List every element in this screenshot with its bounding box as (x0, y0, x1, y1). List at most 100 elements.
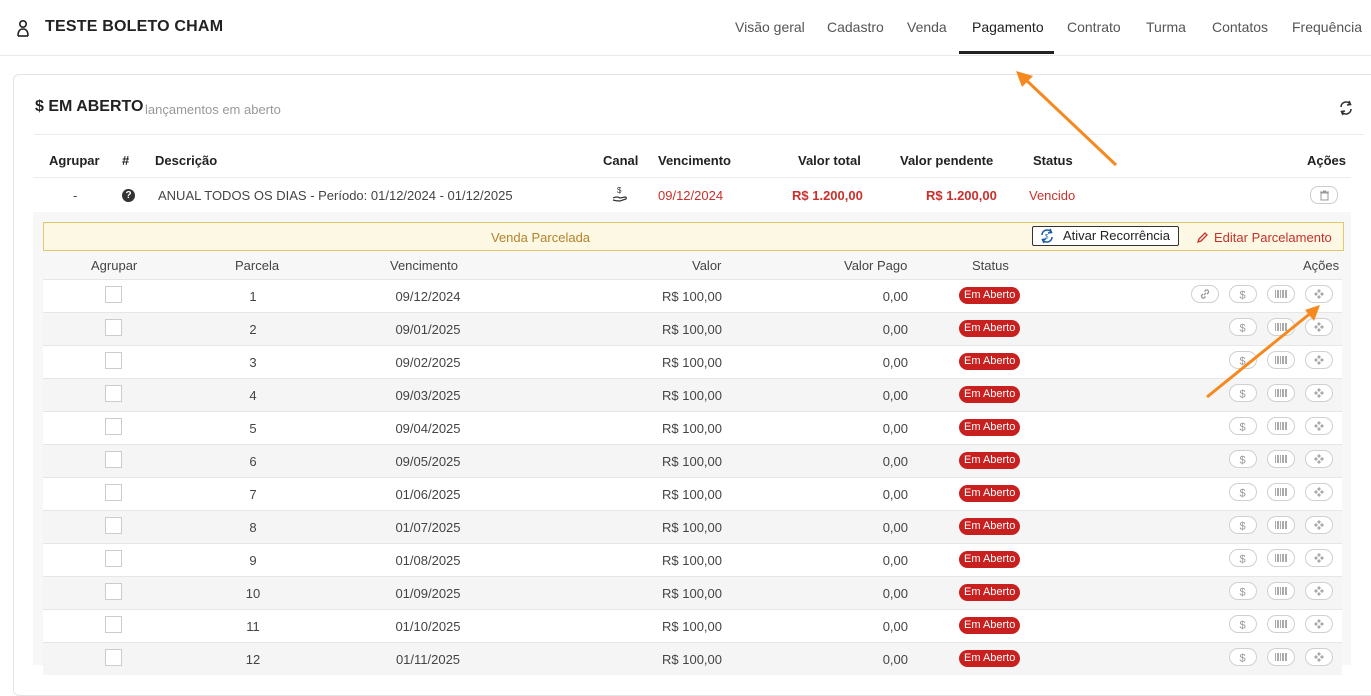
valor-cell: R$ 100,00 (662, 388, 722, 403)
table-row: 8 01/07/2025 R$ 100,00 0,00 Em Aberto $ (43, 510, 1342, 543)
agrupar-checkbox[interactable] (105, 616, 122, 633)
edit-installments-link[interactable]: Editar Parcelamento (1196, 230, 1332, 245)
tab-visao-geral[interactable]: Visão geral (735, 19, 805, 35)
agrupar-checkbox[interactable] (105, 550, 122, 567)
tab-contrato[interactable]: Contrato (1067, 19, 1121, 35)
dollar-icon: $ (1240, 587, 1246, 598)
valor-cell: R$ 100,00 (662, 289, 722, 304)
valor-cell: R$ 100,00 (662, 553, 722, 568)
banner-title: Venda Parcelada (491, 230, 591, 245)
tab-turma[interactable]: Turma (1146, 19, 1186, 35)
pix-icon (1314, 421, 1324, 431)
pix-button[interactable] (1305, 582, 1333, 600)
agrupar-checkbox[interactable] (105, 451, 122, 468)
pay-button[interactable]: $ (1229, 615, 1257, 633)
col-vencimento: Vencimento (658, 153, 731, 168)
refresh-icon[interactable] (1337, 99, 1355, 117)
pix-icon (1314, 586, 1324, 596)
barcode-icon (1275, 521, 1287, 529)
vencimento-cell: 01/10/2025 (395, 619, 461, 634)
delete-button[interactable] (1310, 186, 1338, 204)
tab-pagamento[interactable]: Pagamento (972, 19, 1044, 35)
boleto-button[interactable] (1267, 351, 1295, 369)
pix-button[interactable] (1305, 483, 1333, 501)
pay-button[interactable]: $ (1229, 483, 1257, 501)
svg-text:$: $ (1240, 521, 1246, 532)
pix-button[interactable] (1305, 615, 1333, 633)
boleto-button[interactable] (1267, 450, 1295, 468)
pay-button[interactable]: $ (1229, 384, 1257, 402)
pix-button[interactable] (1305, 450, 1333, 468)
dollar-icon: $ (1240, 389, 1246, 400)
divider (34, 134, 1364, 135)
pix-button[interactable] (1305, 549, 1333, 567)
boleto-button[interactable] (1267, 516, 1295, 534)
sub-col-parcela: Parcela (235, 258, 280, 273)
pay-button[interactable]: $ (1229, 582, 1257, 600)
tab-frequencia[interactable]: Frequência (1292, 19, 1362, 35)
user-icon (17, 19, 29, 37)
svg-text:$: $ (1240, 422, 1246, 433)
pay-button[interactable]: $ (1229, 516, 1257, 534)
pay-button[interactable]: $ (1229, 648, 1257, 666)
status-badge: Em Aberto (959, 452, 1021, 469)
boleto-button[interactable] (1267, 648, 1295, 666)
dollar-icon: $ (1240, 653, 1246, 664)
pix-button[interactable] (1305, 516, 1333, 534)
pay-button[interactable]: $ (1229, 285, 1257, 303)
activate-recurrence-button[interactable]: $ Ativar Recorrência (1032, 226, 1179, 246)
agrupar-checkbox[interactable] (105, 484, 122, 501)
pay-button[interactable]: $ (1229, 318, 1257, 336)
pay-button[interactable]: $ (1229, 417, 1257, 435)
boleto-button[interactable] (1267, 285, 1295, 303)
boleto-button[interactable] (1267, 384, 1295, 402)
dollar-icon: $ (1240, 521, 1246, 532)
tab-cadastro[interactable]: Cadastro (827, 19, 884, 35)
entry-vencimento: 09/12/2024 (658, 188, 724, 203)
dollar-icon: $ (1240, 488, 1246, 499)
status-badge: Em Aberto (959, 320, 1021, 337)
pix-icon (1314, 289, 1324, 299)
pix-button[interactable] (1305, 384, 1333, 402)
recurrence-label: Ativar Recorrência (1063, 228, 1170, 243)
pay-button[interactable]: $ (1229, 549, 1257, 567)
status-badge: Em Aberto (959, 551, 1021, 568)
boleto-button[interactable] (1267, 549, 1295, 567)
agrupar-checkbox[interactable] (105, 649, 122, 666)
pix-button[interactable] (1305, 285, 1333, 303)
question-circle-icon[interactable]: ? (122, 189, 135, 202)
pix-button[interactable] (1305, 318, 1333, 336)
pix-icon (1314, 652, 1324, 662)
agrupar-checkbox[interactable] (105, 385, 122, 402)
agrupar-checkbox[interactable] (105, 517, 122, 534)
agrupar-checkbox[interactable] (105, 286, 122, 303)
agrupar-checkbox[interactable] (105, 418, 122, 435)
boleto-button[interactable] (1267, 582, 1295, 600)
agrupar-checkbox[interactable] (105, 583, 122, 600)
boleto-button[interactable] (1267, 417, 1295, 435)
boleto-button[interactable] (1267, 318, 1295, 336)
pix-button[interactable] (1305, 351, 1333, 369)
pix-icon (1314, 454, 1324, 464)
valor-cell: R$ 100,00 (662, 322, 722, 337)
recurrence-icon: $ (1041, 228, 1053, 244)
barcode-icon (1275, 290, 1287, 298)
agrupar-checkbox[interactable] (105, 319, 122, 336)
pay-button[interactable]: $ (1229, 450, 1257, 468)
pay-button[interactable]: $ (1229, 351, 1257, 369)
tab-contatos[interactable]: Contatos (1212, 19, 1268, 35)
pix-button[interactable] (1305, 417, 1333, 435)
agrupar-checkbox[interactable] (105, 352, 122, 369)
boleto-button[interactable] (1267, 483, 1295, 501)
link-button[interactable] (1191, 285, 1219, 303)
parcela-cell: 10 (245, 586, 261, 601)
pix-button[interactable] (1305, 648, 1333, 666)
barcode-icon (1275, 554, 1287, 562)
valor-cell: R$ 100,00 (662, 520, 722, 535)
status-badge: Em Aberto (959, 518, 1021, 535)
boleto-button[interactable] (1267, 615, 1295, 633)
status-badge: Em Aberto (959, 287, 1021, 304)
tab-venda[interactable]: Venda (907, 19, 947, 35)
pix-icon (1314, 520, 1324, 530)
svg-text:$: $ (1045, 235, 1049, 241)
